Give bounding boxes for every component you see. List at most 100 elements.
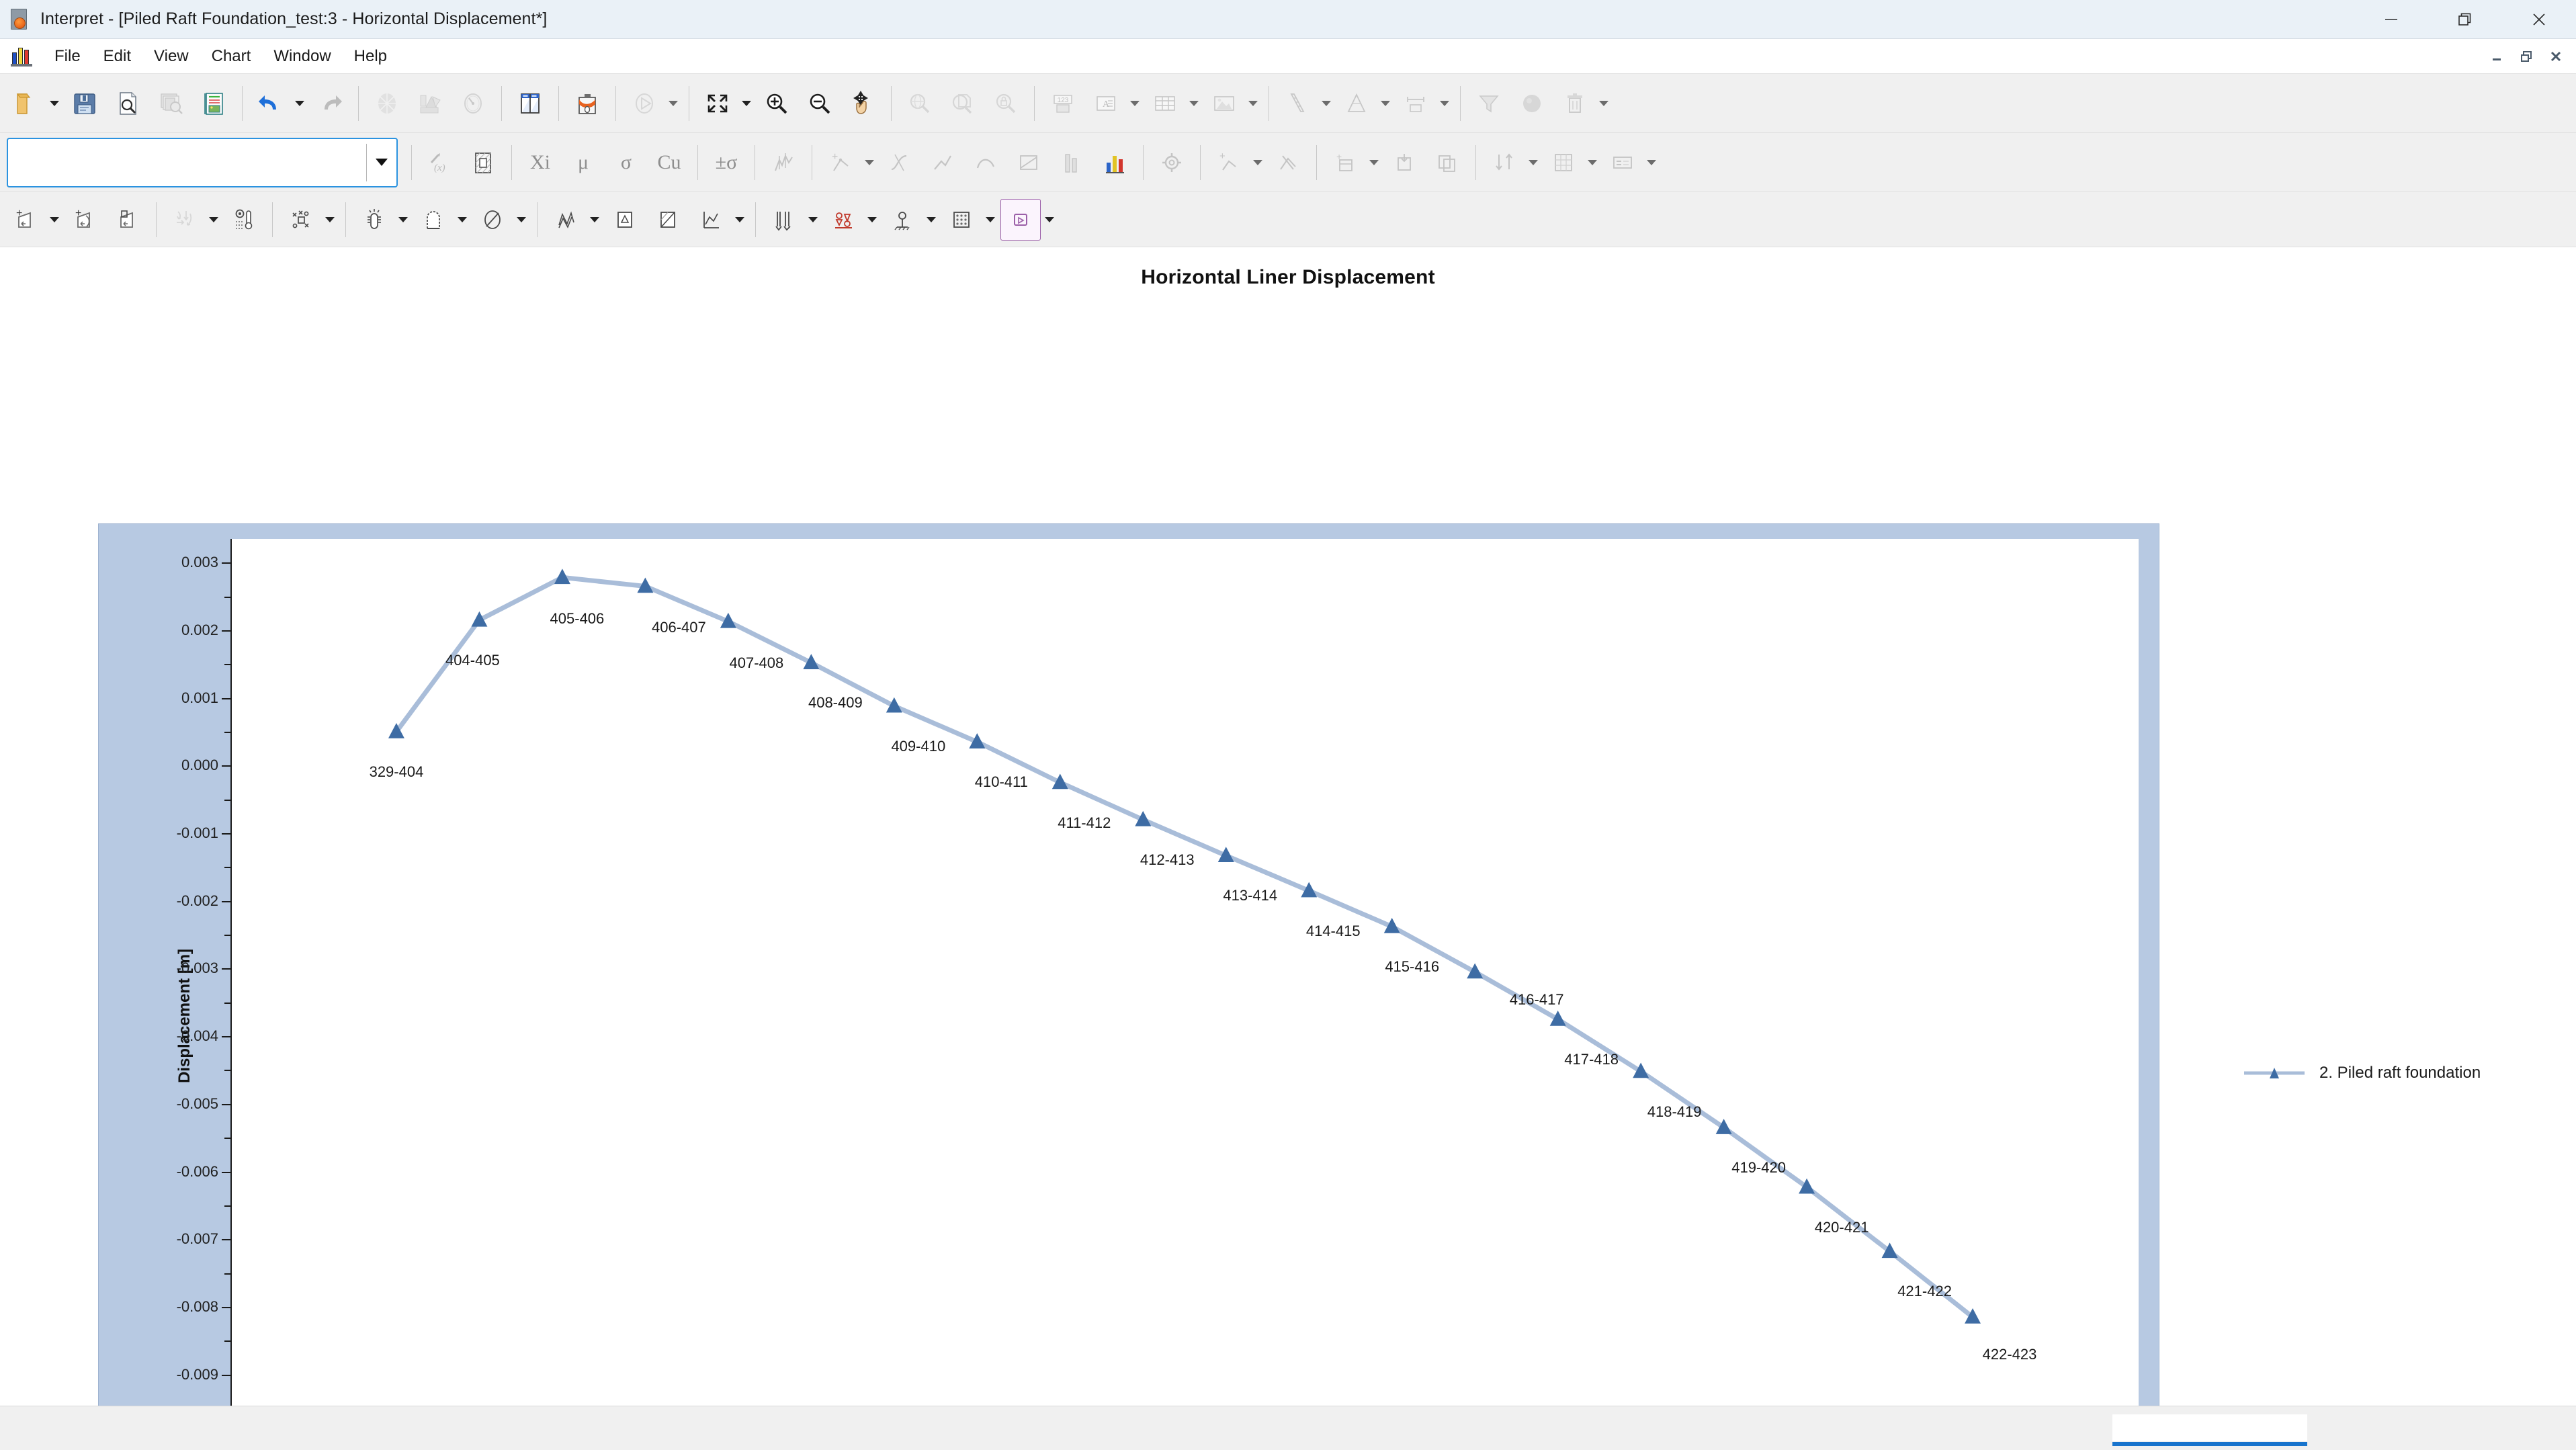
tunnel-shape-button[interactable] xyxy=(413,199,454,241)
svg-text:(x): (x) xyxy=(434,163,445,173)
mdi-minimize-icon[interactable] xyxy=(2483,45,2510,68)
graph-query-button[interactable] xyxy=(691,199,731,241)
report-button[interactable] xyxy=(194,83,234,124)
support-caret-icon[interactable] xyxy=(924,199,939,241)
paint-bucket-button[interactable] xyxy=(567,83,607,124)
add-series-caret-icon[interactable] xyxy=(1250,142,1265,183)
split-view-button[interactable] xyxy=(510,83,550,124)
menu-item-help[interactable]: Help xyxy=(343,43,398,70)
zoom-out-button[interactable] xyxy=(800,83,840,124)
stage-combo[interactable] xyxy=(7,137,398,187)
mdi-restore-icon[interactable] xyxy=(2513,45,2540,68)
xi-button: Xi xyxy=(520,142,560,183)
add-data-caret-icon[interactable] xyxy=(862,142,877,183)
zoom-in-button[interactable] xyxy=(757,83,797,124)
flow-arrows-caret-icon[interactable] xyxy=(206,199,221,241)
scatter-points-button[interactable] xyxy=(281,199,321,241)
trash-button xyxy=(1555,83,1595,124)
function-button: (x) xyxy=(420,142,460,183)
plot-area[interactable]: 0.003 0.002 0.001 0.000 -0.001 -0.002 -0.003 -0… xyxy=(177,539,2139,1439)
thermometer-button[interactable] xyxy=(224,199,264,241)
graph-query-caret-icon[interactable] xyxy=(732,199,747,241)
pattern-caret-icon[interactable] xyxy=(983,199,998,241)
open-folder-button[interactable] xyxy=(5,83,46,124)
table-caret-icon[interactable] xyxy=(1187,83,1201,124)
add-stage-caret-icon[interactable] xyxy=(47,199,62,241)
plus-minus-sigma-button: ±σ xyxy=(706,142,746,183)
y-tick-label: -0.002 xyxy=(176,892,218,909)
bar-chart-logo-icon xyxy=(11,46,34,67)
legend-caret-icon[interactable] xyxy=(1644,142,1659,183)
svg-text:+: + xyxy=(16,208,22,219)
menu-item-edit[interactable]: Edit xyxy=(92,43,142,70)
mdi-close-icon[interactable] xyxy=(2542,45,2569,68)
toolbar-row-2: (x) Xi μ σ Cu ±σ + + + xyxy=(0,133,2576,192)
grid-caret-icon[interactable] xyxy=(1585,142,1600,183)
y-tick-label: -0.004 xyxy=(176,1027,218,1045)
light-bulb-caret-icon[interactable] xyxy=(396,199,411,241)
menu-item-file[interactable]: File xyxy=(43,43,92,70)
ruler-button xyxy=(1277,83,1318,124)
sort-caret-icon[interactable] xyxy=(1526,142,1541,183)
query-button[interactable] xyxy=(605,199,645,241)
menu-item-chart[interactable]: Chart xyxy=(200,43,263,70)
undo-button[interactable] xyxy=(251,83,291,124)
slash-circle-button[interactable] xyxy=(472,199,513,241)
pan-button[interactable] xyxy=(843,83,883,124)
status-field-underline xyxy=(2112,1442,2307,1446)
interpret-app-icon xyxy=(9,8,32,31)
add-stage-button[interactable]: + xyxy=(5,199,46,241)
picture-caret-icon[interactable] xyxy=(1246,83,1260,124)
dimension-caret-icon[interactable] xyxy=(1437,83,1452,124)
menu-item-view[interactable]: View xyxy=(142,43,200,70)
ruler-caret-icon[interactable] xyxy=(1319,83,1334,124)
measure-caret-icon[interactable] xyxy=(806,199,820,241)
light-bulb-button[interactable] xyxy=(354,199,394,241)
tunnel-caret-icon[interactable] xyxy=(455,199,470,241)
zoom-all-caret-icon[interactable] xyxy=(739,83,754,124)
export-caret-icon[interactable] xyxy=(1367,142,1381,183)
pattern-button[interactable] xyxy=(941,199,982,241)
angle-button xyxy=(1336,83,1377,124)
liner-query-caret-icon[interactable] xyxy=(865,199,879,241)
scatter-points-caret-icon[interactable] xyxy=(323,199,337,241)
toolbar-row-3: + + xyxy=(0,192,2576,247)
status-input-field[interactable] xyxy=(2112,1414,2307,1441)
support-button[interactable] xyxy=(882,199,922,241)
bar-chart-button[interactable] xyxy=(1094,142,1135,183)
y-tick-label: 0.003 xyxy=(181,554,218,571)
lock-magnifier-button xyxy=(986,83,1026,124)
slash-circle-caret-icon[interactable] xyxy=(514,199,529,241)
delete-stage-button[interactable] xyxy=(108,199,148,241)
trash-caret-icon[interactable] xyxy=(1596,83,1611,124)
y-tick-label: -0.009 xyxy=(176,1365,218,1383)
mesh-caret-icon[interactable] xyxy=(587,199,602,241)
play-caret-icon[interactable] xyxy=(666,83,681,124)
text-box-caret-icon[interactable] xyxy=(1127,83,1142,124)
close-icon[interactable] xyxy=(2502,0,2576,39)
y-tick-label: -0.005 xyxy=(176,1095,218,1112)
export-button: + xyxy=(1325,142,1365,183)
undo-caret-icon[interactable] xyxy=(292,83,307,124)
measure-button[interactable] xyxy=(764,199,804,241)
material-query-button[interactable] xyxy=(648,199,688,241)
globe-magnifier-button xyxy=(900,83,940,124)
add-multi-stage-button[interactable]: + xyxy=(65,199,105,241)
menu-item-window[interactable]: Window xyxy=(262,43,342,70)
hatch-region-button[interactable] xyxy=(463,142,503,183)
mu-button: μ xyxy=(563,142,603,183)
chart-canvas[interactable]: Displacement [m] 0.003 0.002 0.001 0.000 -0.… xyxy=(98,523,2159,1447)
minimize-icon[interactable] xyxy=(2354,0,2428,39)
spline-button xyxy=(1008,142,1049,183)
select-box-button[interactable] xyxy=(1000,198,1041,241)
select-box-caret-icon[interactable] xyxy=(1042,199,1057,241)
angle-caret-icon[interactable] xyxy=(1378,83,1393,124)
open-folder-caret-icon[interactable] xyxy=(47,83,62,124)
chevron-down-icon[interactable] xyxy=(367,159,396,166)
print-preview-button[interactable] xyxy=(108,83,148,124)
liner-query-red-button[interactable] xyxy=(823,199,863,241)
mesh-button[interactable] xyxy=(546,199,586,241)
restore-icon[interactable] xyxy=(2428,0,2502,39)
zoom-all-button[interactable] xyxy=(697,83,738,124)
save-button[interactable] xyxy=(65,83,105,124)
